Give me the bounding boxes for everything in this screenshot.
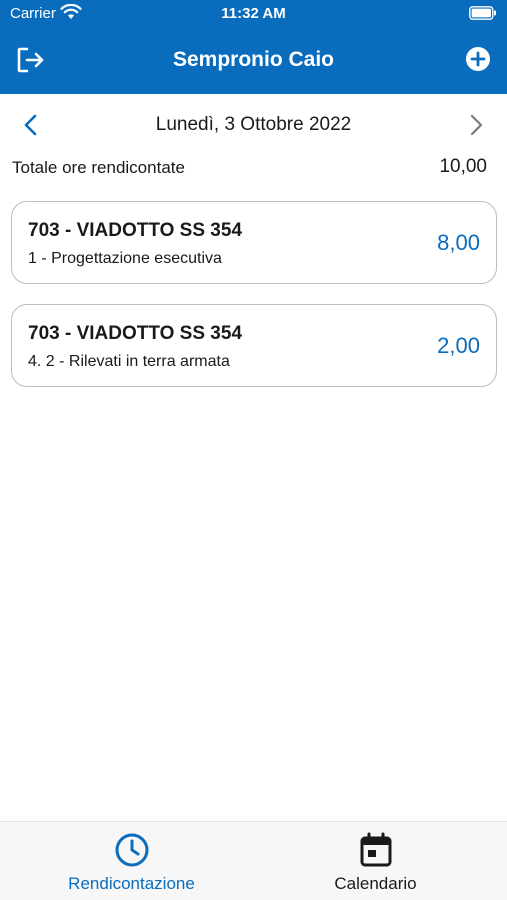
entry-card[interactable]: 703 - VIADOTTO SS 354 1 - Progettazione … <box>11 201 497 284</box>
total-hours-row: Totale ore rendicontate 10,00 <box>12 156 487 182</box>
entry-hours: 8,00 <box>437 230 480 255</box>
page-title: Sempronio Caio <box>172 48 335 71</box>
tab-label: Calendario <box>334 874 417 893</box>
current-date: Lunedì, 3 Ottobre 2022 <box>155 114 352 135</box>
nav-bar: Sempronio Caio <box>0 26 507 94</box>
entry-project: 703 - VIADOTTO SS 354 <box>28 323 243 344</box>
status-time: 11:32 AM <box>221 5 286 22</box>
status-bar: Carrier 11:32 AM <box>0 0 507 26</box>
tab-rendicontazione[interactable]: Rendicontazione <box>5 822 258 900</box>
entry-project: 703 - VIADOTTO SS 354 <box>28 220 243 241</box>
tab-calendario[interactable]: Calendario <box>249 822 502 900</box>
app-header: Carrier 11:32 AM Sempronio Caio <box>0 0 507 94</box>
clock-icon <box>115 833 149 867</box>
tab-bar: Rendicontazione Calendario <box>0 821 507 900</box>
entry-task: 1 - Progettazione esecutiva <box>28 250 222 267</box>
total-hours-value: 10,00 <box>439 156 487 177</box>
plus-circle-icon[interactable] <box>465 46 491 72</box>
chevron-right-icon[interactable] <box>463 110 489 140</box>
entry-hours: 2,00 <box>437 333 480 358</box>
entries-list: 703 - VIADOTTO SS 354 1 - Progettazione … <box>11 201 497 407</box>
calendar-icon <box>360 832 392 867</box>
entry-card[interactable]: 703 - VIADOTTO SS 354 4. 2 - Rilevati in… <box>11 304 497 387</box>
date-navigator: Lunedì, 3 Ottobre 2022 <box>0 104 507 144</box>
total-hours-label: Totale ore rendicontate <box>12 158 185 177</box>
battery-icon <box>469 6 496 20</box>
entry-task: 4. 2 - Rilevati in terra armata <box>28 353 230 370</box>
tab-label: Rendicontazione <box>68 874 195 893</box>
